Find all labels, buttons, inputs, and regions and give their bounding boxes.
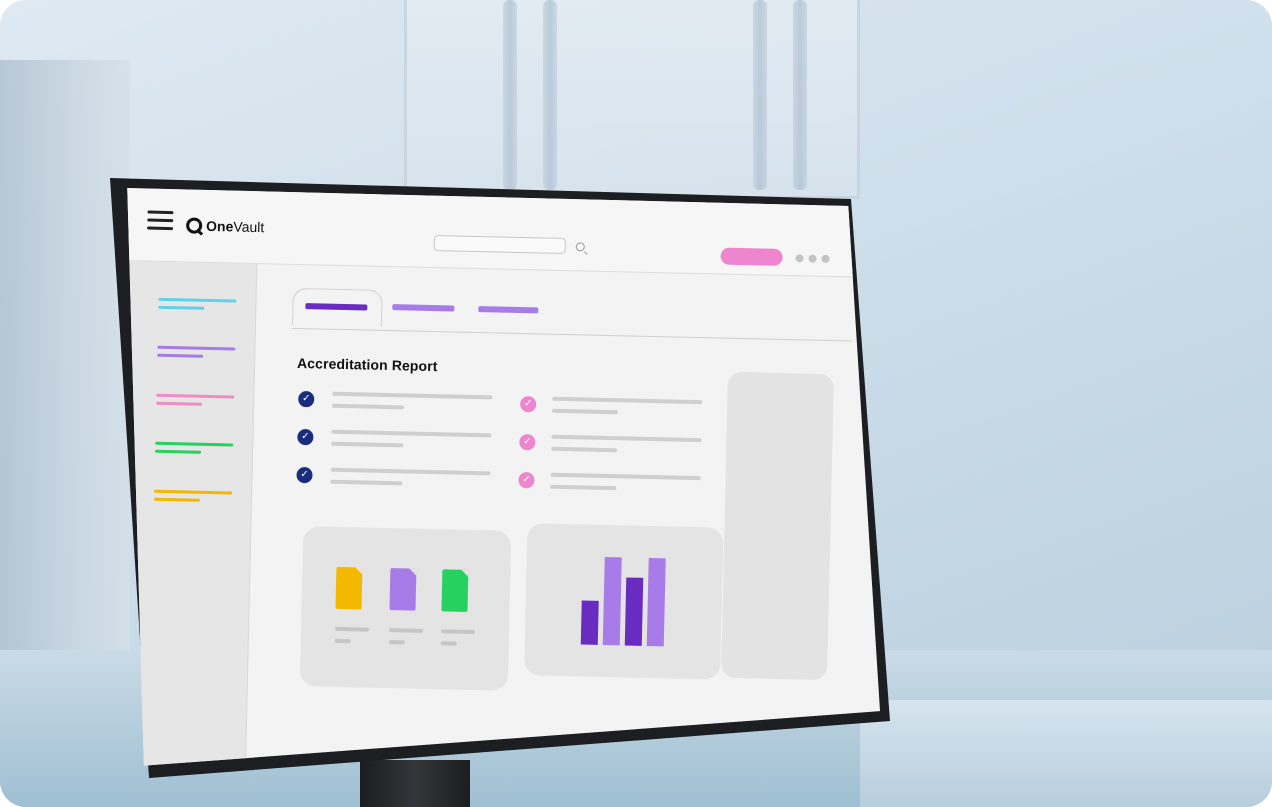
sidebar-item-2[interactable] <box>157 345 237 362</box>
search-icon[interactable] <box>575 242 585 252</box>
document-label-line <box>388 640 405 645</box>
tab-1[interactable] <box>291 287 383 327</box>
document-label-line <box>335 626 370 632</box>
checklist-text-line <box>552 396 703 405</box>
checklist-text-line <box>551 434 702 443</box>
chart-bar <box>646 557 666 647</box>
sidebar-item-4[interactable] <box>155 441 235 458</box>
document-icon[interactable] <box>441 569 469 612</box>
sidebar-item-1[interactable] <box>158 297 238 314</box>
check-circle-icon: ✓ <box>520 396 537 413</box>
checklist-text-line <box>332 403 405 410</box>
checklist-text-line <box>332 391 493 400</box>
checklist-text-line <box>331 441 404 448</box>
document-label-line <box>388 628 424 633</box>
chart-bar <box>624 577 644 646</box>
photo-background: OneVault Accreditation Report ✓ ✓ ✓ ✓ ✓ … <box>0 0 1272 807</box>
tab-2[interactable] <box>392 290 473 326</box>
brand-name-bold: One <box>205 217 234 235</box>
chart-bar <box>602 556 622 646</box>
document-label-line <box>440 641 457 646</box>
chart-card[interactable] <box>524 523 724 680</box>
check-circle-icon: ✓ <box>519 434 536 451</box>
app-logo[interactable]: OneVault <box>185 217 264 235</box>
documents-card[interactable] <box>299 526 512 691</box>
side-panel <box>721 371 834 681</box>
search-input[interactable] <box>433 235 566 255</box>
tab-3[interactable] <box>478 292 559 328</box>
checklist-text-line <box>550 472 701 481</box>
checklist-text-line <box>552 408 619 415</box>
sidebar <box>127 260 258 766</box>
document-icon[interactable] <box>389 568 417 611</box>
page-title: Accreditation Report <box>296 354 438 375</box>
document-icon[interactable] <box>335 566 363 610</box>
sidebar-item-5[interactable] <box>153 489 234 506</box>
hamburger-menu-icon[interactable] <box>147 210 174 232</box>
checklist-text-line <box>330 467 491 476</box>
sidebar-item-3[interactable] <box>156 393 236 410</box>
background-bed <box>860 700 1272 807</box>
checklist-text-line <box>551 446 618 453</box>
checklist-text-line <box>550 484 617 491</box>
monitor-screen: OneVault Accreditation Report ✓ ✓ ✓ ✓ ✓ … <box>127 188 880 766</box>
primary-action-button[interactable] <box>720 247 783 266</box>
check-circle-icon: ✓ <box>297 428 314 446</box>
xray-lightbox <box>404 0 860 199</box>
more-dots-icon[interactable] <box>795 254 830 264</box>
onevault-logo-icon <box>185 217 203 234</box>
check-circle-icon: ✓ <box>518 472 535 489</box>
tab-bar <box>291 287 853 342</box>
monitor-stand <box>360 760 470 807</box>
check-circle-icon: ✓ <box>296 466 313 484</box>
chart-bar <box>580 600 599 645</box>
checklist-text-line <box>330 479 403 486</box>
check-circle-icon: ✓ <box>298 390 315 408</box>
bar-chart <box>580 552 673 647</box>
brand-name: OneVault <box>206 218 264 235</box>
document-label-line <box>334 638 351 644</box>
checklist-text-line <box>331 429 492 438</box>
brand-name-light: Vault <box>233 218 265 236</box>
document-label-line <box>440 629 476 635</box>
